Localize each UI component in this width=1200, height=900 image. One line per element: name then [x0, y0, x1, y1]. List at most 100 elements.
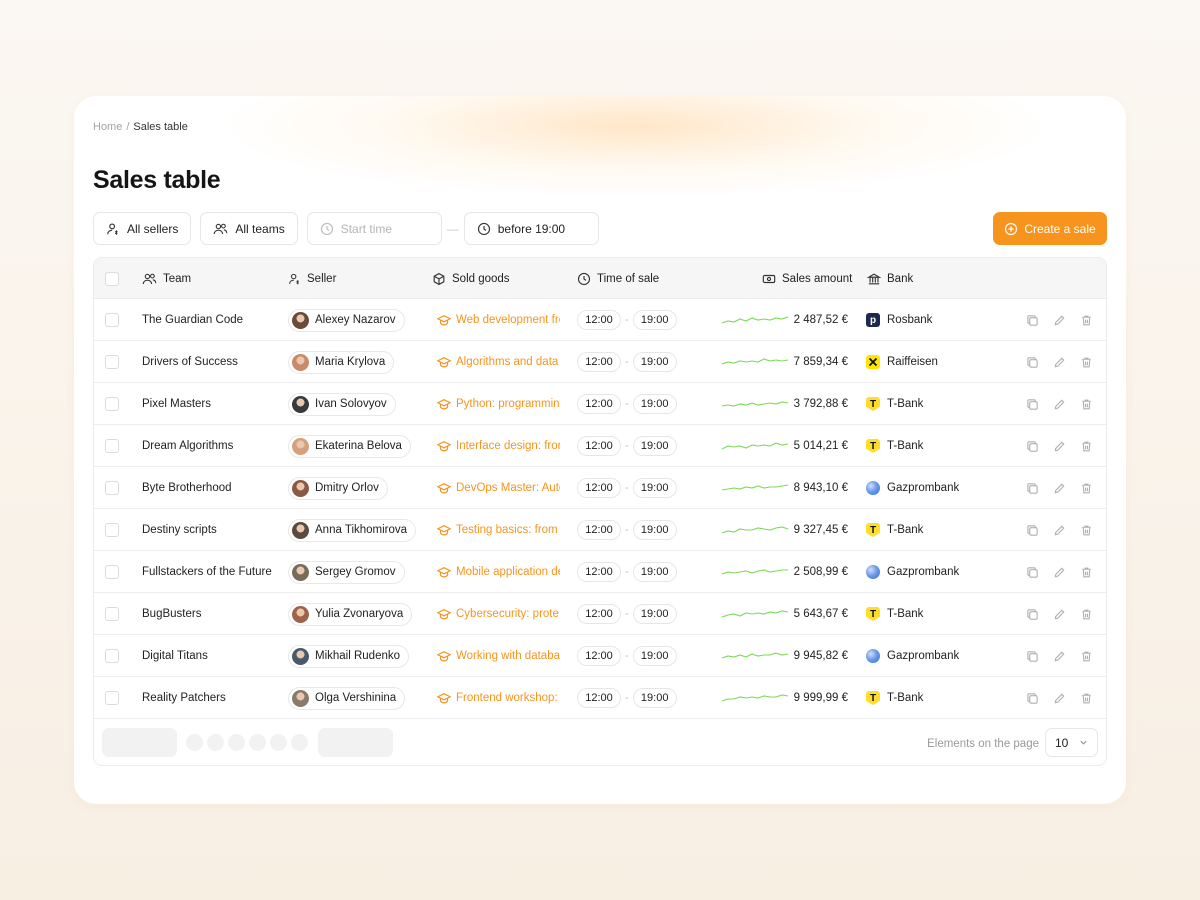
goods-cell[interactable]: Web development from	[437, 299, 560, 341]
seller-chip[interactable]: Yulia Zvonaryova	[288, 602, 413, 626]
copy-icon[interactable]	[1024, 312, 1040, 328]
trash-icon[interactable]	[1078, 522, 1094, 538]
time-start[interactable]: 12:00	[577, 394, 621, 414]
table-row[interactable]: Drivers of Success Maria Krylova Algorithm…	[94, 341, 1106, 383]
time-start[interactable]: 12:00	[577, 604, 621, 624]
time-end[interactable]: 19:00	[632, 562, 677, 582]
trash-icon[interactable]	[1078, 690, 1094, 706]
trash-icon[interactable]	[1078, 312, 1094, 328]
time-start[interactable]: 12:00	[577, 310, 621, 330]
time-start[interactable]: 12:00	[577, 436, 621, 456]
table-row[interactable]: Dream Algorithms Ekaterina Belova Interfac…	[94, 425, 1106, 467]
goods-column-header[interactable]: Sold goods	[432, 258, 510, 299]
time-column-header[interactable]: Time of sale	[577, 258, 659, 299]
pagination-dot[interactable]	[207, 734, 224, 751]
pagination-dot[interactable]	[186, 734, 203, 751]
trash-icon[interactable]	[1078, 480, 1094, 496]
trash-icon[interactable]	[1078, 354, 1094, 370]
per-page-select[interactable]: 10	[1045, 728, 1098, 757]
end-time-field[interactable]: before 19:00	[463, 212, 599, 245]
row-checkbox[interactable]	[105, 565, 119, 579]
goods-cell[interactable]: Interface design: from	[437, 425, 560, 467]
row-checkbox[interactable]	[105, 649, 119, 663]
time-end[interactable]: 19:00	[632, 646, 677, 666]
create-sale-button[interactable]: Create a sale	[993, 212, 1107, 245]
row-checkbox[interactable]	[105, 481, 119, 495]
goods-cell[interactable]: Testing basics: from t	[437, 509, 560, 551]
time-end[interactable]: 19:00	[632, 352, 677, 372]
edit-icon[interactable]	[1051, 564, 1067, 580]
table-row[interactable]: The Guardian Code Alexey Nazarov Web devel…	[94, 299, 1106, 341]
table-row[interactable]: Pixel Masters Ivan Solovyov Python: progra…	[94, 383, 1106, 425]
copy-icon[interactable]	[1024, 690, 1040, 706]
time-start[interactable]: 12:00	[577, 688, 621, 708]
row-checkbox[interactable]	[105, 439, 119, 453]
time-end[interactable]: 19:00	[632, 394, 677, 414]
time-end[interactable]: 19:00	[632, 310, 677, 330]
table-row[interactable]: BugBusters Yulia Zvonaryova Cybersecurity:…	[94, 593, 1106, 635]
pagination-dot[interactable]	[228, 734, 245, 751]
edit-icon[interactable]	[1051, 438, 1067, 454]
goods-cell[interactable]: Working with databas	[437, 635, 560, 677]
sellers-filter-button[interactable]: All sellers	[93, 212, 192, 245]
trash-icon[interactable]	[1078, 606, 1094, 622]
seller-chip[interactable]: Maria Krylova	[288, 350, 395, 374]
time-end[interactable]: 19:00	[632, 604, 677, 624]
seller-column-header[interactable]: Seller	[288, 258, 336, 299]
edit-icon[interactable]	[1051, 648, 1067, 664]
seller-chip[interactable]: Ekaterina Belova	[288, 434, 411, 458]
time-end[interactable]: 19:00	[632, 436, 677, 456]
pagination-next-placeholder[interactable]	[318, 728, 393, 757]
table-row[interactable]: Destiny scripts Anna Tikhomirova Testing b…	[94, 509, 1106, 551]
copy-icon[interactable]	[1024, 438, 1040, 454]
copy-icon[interactable]	[1024, 648, 1040, 664]
trash-icon[interactable]	[1078, 564, 1094, 580]
row-checkbox[interactable]	[105, 607, 119, 621]
pagination-dot[interactable]	[249, 734, 266, 751]
copy-icon[interactable]	[1024, 564, 1040, 580]
time-end[interactable]: 19:00	[632, 478, 677, 498]
edit-icon[interactable]	[1051, 354, 1067, 370]
amount-column-header[interactable]: Sales amount	[762, 258, 852, 299]
seller-chip[interactable]: Sergey Gromov	[288, 560, 405, 584]
table-row[interactable]: Reality Patchers Olga Vershinina Frontend …	[94, 677, 1106, 719]
row-checkbox[interactable]	[105, 397, 119, 411]
trash-icon[interactable]	[1078, 438, 1094, 454]
edit-icon[interactable]	[1051, 690, 1067, 706]
goods-cell[interactable]: Python: programming	[437, 383, 560, 425]
edit-icon[interactable]	[1051, 312, 1067, 328]
trash-icon[interactable]	[1078, 396, 1094, 412]
edit-icon[interactable]	[1051, 606, 1067, 622]
team-column-header[interactable]: Team	[142, 258, 191, 299]
pagination-dot[interactable]	[270, 734, 287, 751]
table-row[interactable]: Digital Titans Mikhail Rudenko Working wit…	[94, 635, 1106, 677]
copy-icon[interactable]	[1024, 480, 1040, 496]
goods-cell[interactable]: Algorithms and data s	[437, 341, 560, 383]
copy-icon[interactable]	[1024, 354, 1040, 370]
copy-icon[interactable]	[1024, 522, 1040, 538]
seller-chip[interactable]: Dmitry Orlov	[288, 476, 388, 500]
table-row[interactable]: Fullstackers of the Future Sergey Gromov M…	[94, 551, 1106, 593]
row-checkbox[interactable]	[105, 691, 119, 705]
time-end[interactable]: 19:00	[632, 520, 677, 540]
row-checkbox[interactable]	[105, 355, 119, 369]
start-time-field[interactable]: Start time	[306, 212, 442, 245]
seller-chip[interactable]: Anna Tikhomirova	[288, 518, 417, 542]
time-start[interactable]: 12:00	[577, 562, 621, 582]
row-checkbox[interactable]	[105, 313, 119, 327]
edit-icon[interactable]	[1051, 396, 1067, 412]
breadcrumb-home[interactable]: Home	[93, 121, 122, 133]
table-row[interactable]: Byte Brotherhood Dmitry Orlov DevOps Maste…	[94, 467, 1106, 509]
bank-column-header[interactable]: Bank	[867, 258, 913, 299]
teams-filter-button[interactable]: All teams	[200, 212, 298, 245]
goods-cell[interactable]: Mobile application de	[437, 551, 560, 593]
time-start[interactable]: 12:00	[577, 646, 621, 666]
goods-cell[interactable]: Cybersecurity: prote	[437, 593, 560, 635]
seller-chip[interactable]: Alexey Nazarov	[288, 308, 405, 332]
time-start[interactable]: 12:00	[577, 352, 621, 372]
trash-icon[interactable]	[1078, 648, 1094, 664]
copy-icon[interactable]	[1024, 606, 1040, 622]
pagination-prev-placeholder[interactable]	[102, 728, 177, 757]
pagination-dot[interactable]	[291, 734, 308, 751]
row-checkbox[interactable]	[105, 523, 119, 537]
